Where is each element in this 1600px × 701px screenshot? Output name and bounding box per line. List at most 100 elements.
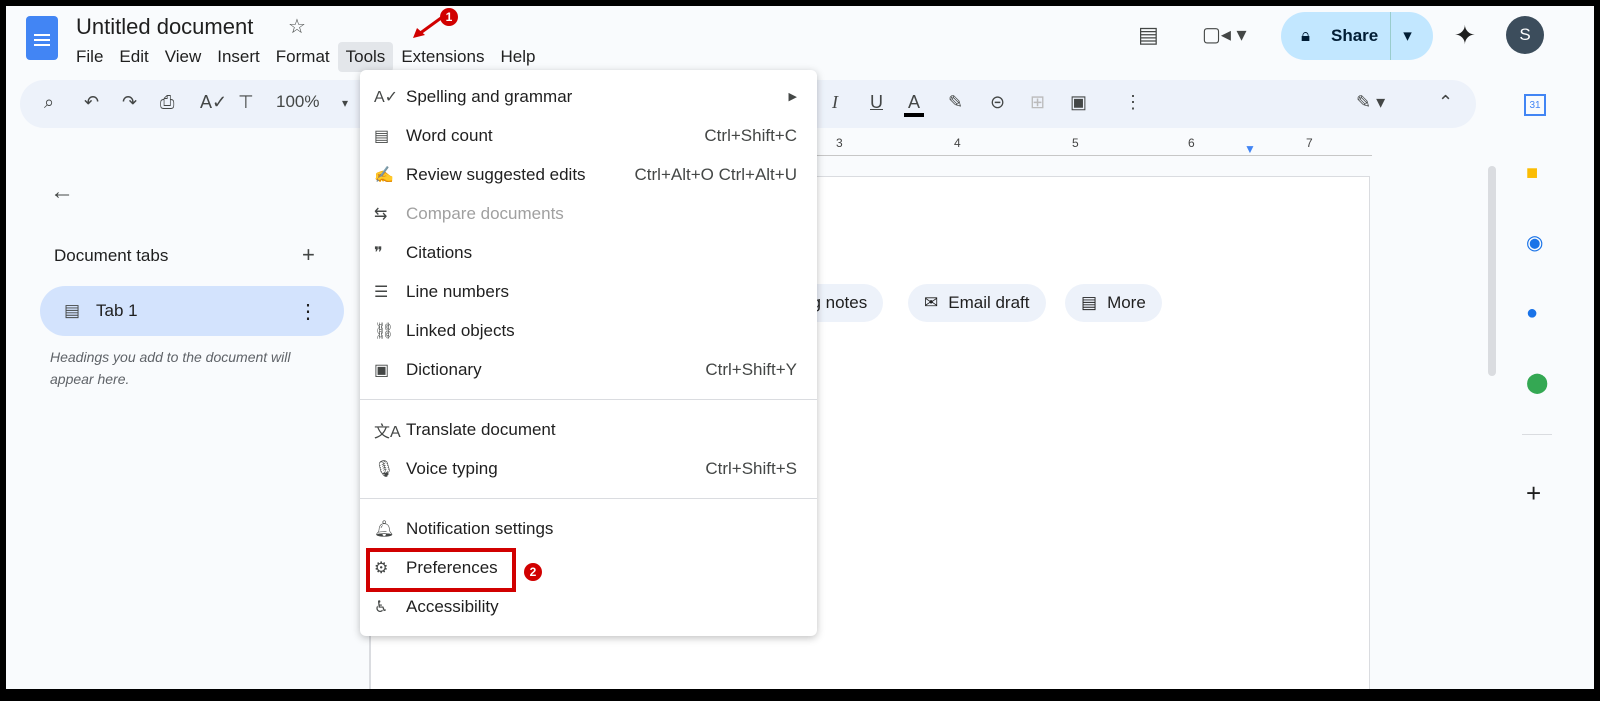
compare-icon: ⇆	[374, 205, 388, 223]
ruler-label: 5	[1072, 136, 1079, 150]
menu-item-shortcut: Ctrl+Shift+S	[705, 458, 797, 478]
menu-view[interactable]: View	[157, 42, 210, 72]
document-title[interactable]: Untitled document	[76, 14, 253, 40]
menu-item-word-count[interactable]: ▤ Word count Ctrl+Shift+C	[360, 116, 817, 155]
menu-item-compare-documents[interactable]: ⇆ Compare documents	[360, 194, 817, 233]
add-tab-icon[interactable]: +	[302, 242, 315, 268]
document-tabs-heading: Document tabs	[54, 246, 169, 265]
right-indent-marker[interactable]: ▼	[1244, 142, 1256, 156]
tab-1[interactable]: ▤ Tab 1 ⋮	[40, 286, 344, 336]
zoom-select[interactable]: 100%	[276, 92, 319, 112]
menu-item-line-numbers[interactable]: ☰ Line numbers	[360, 272, 817, 311]
tasks-icon[interactable]: ◉	[1526, 230, 1543, 255]
spellcheck-icon: A✓	[374, 88, 399, 106]
menu-item-label: Accessibility	[406, 596, 499, 616]
menu-item-label: Linked objects	[406, 320, 515, 340]
menu-item-shortcut: Ctrl+Alt+O Ctrl+Alt+U	[634, 164, 798, 184]
collapse-icon[interactable]: ⌃	[1438, 92, 1453, 113]
divider	[1522, 434, 1552, 435]
preferences-highlight-box	[366, 548, 516, 592]
menu-item-voice-typing[interactable]: 🎙︎ Voice typing Ctrl+Shift+S	[360, 449, 817, 488]
menu-format[interactable]: Format	[268, 42, 338, 72]
menu-item-label: Citations	[406, 242, 473, 262]
menu-item-linked-objects[interactable]: ⛓ Linked objects	[360, 311, 817, 350]
menu-item-label: Word count	[406, 125, 493, 145]
search-icon[interactable]: ⌕	[44, 92, 54, 113]
tab-options-icon[interactable]: ⋮	[298, 299, 318, 324]
chip-more[interactable]: ▤ More	[1065, 284, 1162, 322]
spellcheck-icon[interactable]: A✓	[200, 92, 227, 113]
step-badge-2: 2	[524, 563, 542, 581]
line-numbers-icon: ☰	[374, 283, 389, 301]
menu-item-translate-document[interactable]: 文A Translate document	[360, 410, 817, 449]
bell-icon: 🔔︎	[374, 520, 395, 538]
italic-icon[interactable]: I	[832, 92, 838, 113]
chip-email-draft[interactable]: ✉ Email draft	[908, 284, 1046, 322]
star-icon[interactable]: ☆	[288, 14, 306, 39]
translate-icon: 文A	[374, 423, 401, 441]
avatar[interactable]: S	[1506, 16, 1544, 54]
comment-icon[interactable]: ▤	[1138, 22, 1159, 48]
print-icon[interactable]: ⎙	[160, 92, 174, 113]
maps-icon[interactable]: ⬤	[1526, 370, 1548, 395]
get-addons-icon[interactable]: +	[1526, 478, 1541, 509]
menu-tools[interactable]: Tools	[337, 42, 394, 72]
add-comment-icon[interactable]: ⊞	[1030, 92, 1045, 113]
highlight-icon[interactable]: ✎	[948, 92, 963, 113]
menu-item-dictionary[interactable]: ▣ Dictionary Ctrl+Shift+Y	[360, 350, 817, 389]
ruler-label: 6	[1188, 136, 1195, 150]
menu-file[interactable]: File	[68, 42, 111, 72]
editing-mode-icon[interactable]: ✎ ▾	[1356, 92, 1385, 113]
scrollbar[interactable]	[1488, 166, 1496, 376]
step-badge-1: 1	[440, 8, 458, 26]
linked-objects-icon: ⛓	[374, 322, 395, 340]
share-button[interactable]: 🔒︎ Share ▾	[1281, 12, 1433, 60]
image-icon[interactable]: ▣	[1070, 92, 1087, 113]
document-outline-panel: ← Document tabs + ▤ Tab 1 ⋮ Headings you…	[20, 156, 370, 689]
paint-format-icon[interactable]: ⊤	[238, 92, 254, 113]
undo-icon[interactable]: ↶	[84, 92, 99, 113]
email-icon: ✉	[924, 293, 939, 312]
share-dropdown-icon[interactable]: ▾	[1390, 12, 1412, 60]
menu-help[interactable]: Help	[492, 42, 543, 72]
accessibility-icon: ♿︎	[374, 598, 389, 616]
menu-item-accessibility[interactable]: ♿︎ Accessibility	[360, 587, 817, 626]
menu-item-notification-settings[interactable]: 🔔︎ Notification settings	[360, 509, 817, 548]
menu-extensions[interactable]: Extensions	[393, 42, 492, 72]
lock-icon: 🔒︎	[1301, 26, 1311, 45]
gemini-icon[interactable]: ✦	[1454, 20, 1476, 51]
chip-label: Email draft	[948, 293, 1030, 312]
menu-item-label: Voice typing	[406, 458, 498, 478]
underline-icon[interactable]: U	[870, 92, 883, 113]
google-docs-window: Untitled document ☆ File Edit View Inser…	[6, 6, 1594, 689]
contacts-icon[interactable]: ●	[1526, 302, 1538, 325]
menu-item-citations[interactable]: ❞ Citations	[360, 233, 817, 272]
more-building-blocks-icon: ▤	[1081, 293, 1098, 312]
more-options-icon[interactable]: ⋮	[1124, 92, 1142, 113]
chip-label: More	[1107, 293, 1146, 312]
link-icon[interactable]: ⊝	[990, 92, 1005, 113]
calendar-icon[interactable]: 31	[1524, 94, 1546, 116]
menu-item-label: Notification settings	[406, 518, 554, 538]
tab-label: Tab 1	[96, 301, 138, 320]
menu-item-label: Line numbers	[406, 281, 510, 301]
outline-hint: Headings you add to the document will ap…	[50, 349, 291, 387]
word-count-icon: ▤	[374, 127, 390, 145]
menu-item-label: Review suggested edits	[406, 164, 586, 184]
menu-insert[interactable]: Insert	[209, 42, 268, 72]
menu-item-label: Translate document	[406, 419, 556, 439]
menu-item-review-suggested-edits[interactable]: ✍ Review suggested edits Ctrl+Alt+O Ctrl+A…	[360, 155, 817, 194]
zoom-dropdown-icon[interactable]: ▾	[342, 96, 348, 110]
mic-icon: 🎙︎	[374, 460, 395, 478]
docs-logo-icon[interactable]	[26, 16, 58, 60]
redo-icon[interactable]: ↷	[122, 92, 137, 113]
meet-icon[interactable]: ▢◂ ▾	[1202, 22, 1247, 47]
quote-icon: ❞	[374, 244, 383, 262]
menu-edit[interactable]: Edit	[111, 42, 156, 72]
text-color-icon[interactable]: A	[904, 92, 925, 117]
document-icon: ▤	[64, 301, 81, 320]
back-arrow-icon[interactable]: ←	[50, 178, 74, 206]
keep-icon[interactable]: ■	[1526, 162, 1538, 185]
menu-item-spelling-and-grammar[interactable]: A✓ Spelling and grammar ▶	[360, 77, 817, 116]
dictionary-icon: ▣	[374, 361, 390, 379]
